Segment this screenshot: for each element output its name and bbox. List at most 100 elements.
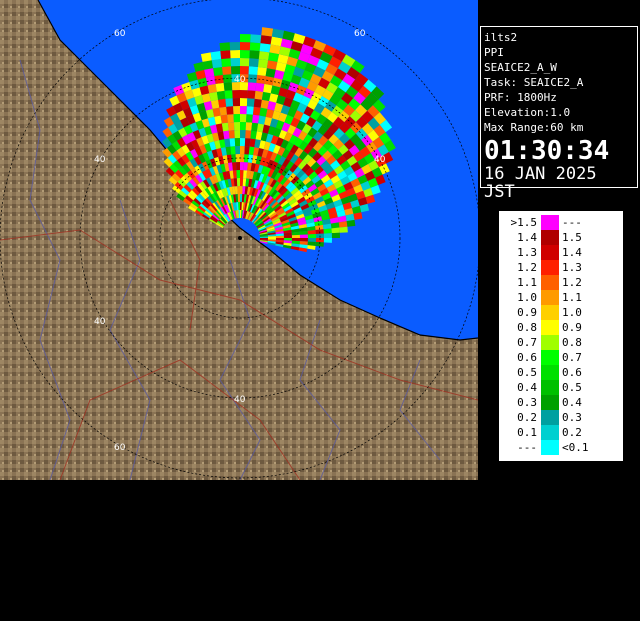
- echo-cell: [236, 178, 240, 187]
- echo-cell: [240, 122, 247, 131]
- legend-row: 0.4 0.5: [499, 380, 623, 395]
- legend-row: 1.1 1.2: [499, 275, 623, 290]
- echo-cell: [228, 130, 235, 139]
- legend-swatch: [541, 335, 559, 350]
- echo-cell: [216, 90, 226, 100]
- prf-value: PRF: 1800Hz: [484, 91, 557, 104]
- legend-swatch: [541, 380, 559, 395]
- echo-cell: [249, 50, 260, 59]
- legend-upper-bound: 0.3: [562, 411, 582, 424]
- legend-upper-bound: 1.0: [562, 306, 582, 319]
- echo-cell: [299, 234, 308, 238]
- echo-cell: [236, 162, 240, 171]
- legend-upper-bound: 1.4: [562, 246, 582, 259]
- ring-label-40-top: 40: [234, 75, 246, 85]
- echo-cell: [240, 138, 246, 147]
- echo-cell: [249, 58, 259, 67]
- legend-swatch: [541, 320, 559, 335]
- legend-lower-bound: 0.3: [517, 396, 537, 409]
- echo-cell: [236, 170, 240, 179]
- echo-cell: [266, 60, 278, 70]
- legend-row: 0.6 0.7: [499, 350, 623, 365]
- legend-swatch: [541, 305, 559, 320]
- echo-cell: [252, 114, 260, 124]
- echo-cell: [323, 233, 332, 238]
- echo-cell: [226, 106, 234, 115]
- echo-cell: [234, 130, 240, 139]
- echo-cell: [283, 238, 292, 241]
- legend-row: 0.8 0.9: [499, 320, 623, 335]
- echo-cell: [240, 170, 244, 179]
- echo-cell: [263, 83, 273, 94]
- legend-row: 1.2 1.3: [499, 260, 623, 275]
- legend-row: 0.1 0.2: [499, 425, 623, 440]
- echo-cell: [220, 114, 228, 124]
- observation-time: 01:30:34: [484, 136, 610, 166]
- legend-row: 0.5 0.6: [499, 365, 623, 380]
- legend-lower-bound: 1.1: [517, 276, 537, 289]
- legend-upper-bound: ---: [562, 216, 582, 229]
- echo-cell: [247, 82, 257, 91]
- echo-cell: [291, 234, 300, 238]
- echo-cell: [225, 98, 234, 107]
- echo-cell: [213, 66, 223, 77]
- echo-cell: [253, 98, 262, 108]
- station-name: ilts2: [484, 31, 518, 44]
- legend-swatch: [541, 410, 559, 425]
- echo-cell: [240, 186, 243, 195]
- echo-cell: [229, 138, 236, 147]
- echo-cell: [245, 122, 253, 131]
- echo-cell: [245, 130, 252, 139]
- ring-label-60-bottom: 60: [114, 443, 126, 453]
- legend-upper-bound: 1.5: [562, 231, 582, 244]
- echo-cell: [254, 90, 264, 100]
- legend-row: 0.7 0.8: [499, 335, 623, 350]
- legend-lower-bound: 0.8: [517, 321, 537, 334]
- echo-cell: [323, 238, 332, 243]
- scan-mode: PPI: [484, 46, 504, 59]
- echo-cell: [207, 83, 217, 94]
- legend-lower-bound: 0.6: [517, 351, 537, 364]
- echo-cell: [230, 146, 236, 155]
- legend-swatch: [541, 395, 559, 410]
- ring-label-60-top: 60: [354, 29, 366, 39]
- echo-cell: [233, 106, 240, 115]
- echo-cell: [264, 76, 275, 86]
- echo-cell: [215, 82, 225, 92]
- legend-lower-bound: 0.4: [517, 381, 537, 394]
- ring-label-60-top-left: 60: [114, 29, 126, 39]
- echo-cell: [260, 35, 272, 45]
- echo-cell: [240, 34, 251, 43]
- echo-cell: [246, 114, 253, 123]
- echo-cell: [240, 130, 246, 139]
- echo-cell: [223, 82, 233, 91]
- radar-ppi-map[interactable]: 60 60 40 40 40 40 40 60: [0, 0, 478, 480]
- legend-upper-bound: 1.1: [562, 291, 582, 304]
- legend-swatch: [541, 365, 559, 380]
- echo-cell: [210, 51, 222, 61]
- legend-unit-label: Spectrum Width in m/s: [599, 470, 612, 597]
- echo-cell: [227, 114, 234, 123]
- legend-row: 1.4 1.5: [499, 230, 623, 245]
- echo-cell: [224, 90, 233, 99]
- legend-swatch: [541, 275, 559, 290]
- echo-cell: [291, 238, 300, 242]
- legend-upper-bound: 0.6: [562, 366, 582, 379]
- echo-cell: [230, 66, 240, 75]
- legend-swatch: [541, 215, 559, 230]
- echo-cell: [218, 98, 227, 108]
- echo-cell: [234, 138, 240, 147]
- echo-cell: [307, 234, 316, 238]
- echo-cell: [250, 34, 262, 44]
- legend-upper-bound: 1.3: [562, 261, 582, 274]
- echo-cell: [240, 42, 251, 51]
- legend-lower-bound: ---: [517, 441, 537, 454]
- radar-info-panel: ilts2 PPI SEAICE2_A_W Task: SEAICE2_A PR…: [480, 26, 638, 201]
- echo-cell: [240, 178, 244, 187]
- legend-lower-bound: 1.2: [517, 261, 537, 274]
- echo-cell: [219, 42, 231, 52]
- legend-lower-bound: 0.9: [517, 306, 537, 319]
- echo-cell: [244, 146, 250, 155]
- echo-cell: [237, 186, 240, 195]
- legend-upper-bound: 0.7: [562, 351, 582, 364]
